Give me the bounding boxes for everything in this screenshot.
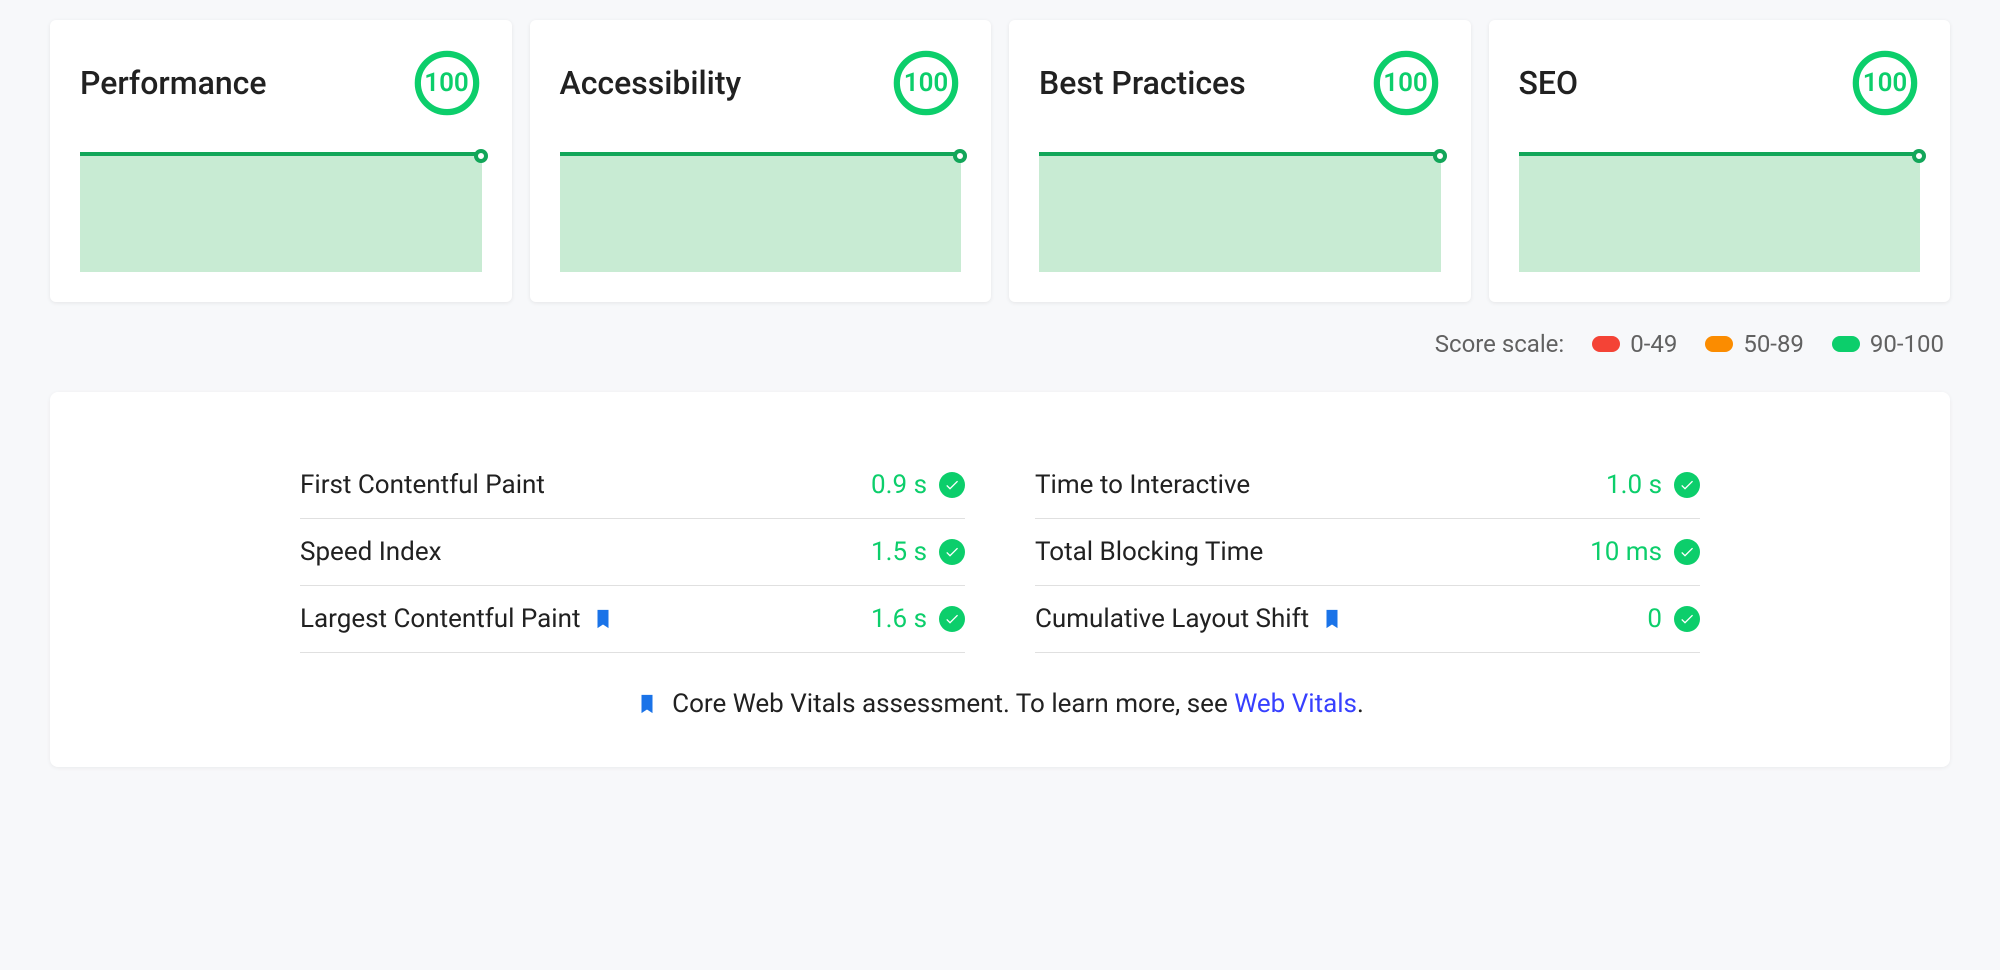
metric-value-text: 1.6 s xyxy=(871,604,927,634)
metric-label-text: Cumulative Layout Shift xyxy=(1035,604,1309,634)
score-value: 100 xyxy=(891,48,961,118)
score-gauge-icon: 100 xyxy=(891,48,961,118)
score-gauge-icon: 100 xyxy=(1371,48,1441,118)
metric-label-text: Speed Index xyxy=(300,537,442,567)
performance-metrics-panel: First Contentful Paint 0.9 s Speed Index… xyxy=(50,392,1950,767)
score-card-title: Best Practices xyxy=(1039,64,1246,102)
sparkline-end-dot-icon xyxy=(1433,149,1447,163)
score-card-title: Performance xyxy=(80,64,266,102)
sparkline-end-dot-icon xyxy=(474,149,488,163)
score-sparkline xyxy=(560,152,962,272)
metrics-column-left: First Contentful Paint 0.9 s Speed Index… xyxy=(300,452,965,653)
score-scale-legend: Score scale: 0-49 50-89 90-100 xyxy=(50,330,1944,358)
check-circle-icon xyxy=(1674,539,1700,565)
metric-row-largest-contentful-paint: Largest Contentful Paint 1.6 s xyxy=(300,586,965,653)
metric-value-text: 10 ms xyxy=(1590,537,1662,567)
sparkline-end-dot-icon xyxy=(1912,149,1926,163)
legend-pill-icon xyxy=(1832,336,1860,352)
legend-pill-icon xyxy=(1705,336,1733,352)
web-vitals-link[interactable]: Web Vitals xyxy=(1234,689,1357,719)
bookmark-icon xyxy=(1321,605,1343,633)
check-circle-icon xyxy=(939,472,965,498)
legend-range-text: 90-100 xyxy=(1870,330,1944,358)
score-scale-label: Score scale: xyxy=(1435,330,1564,358)
metric-value-text: 0.9 s xyxy=(871,470,927,500)
metric-row-time-to-interactive: Time to Interactive 1.0 s xyxy=(1035,452,1700,519)
metric-row-speed-index: Speed Index 1.5 s xyxy=(300,519,965,586)
metric-row-cumulative-layout-shift: Cumulative Layout Shift 0 xyxy=(1035,586,1700,653)
metric-row-first-contentful-paint: First Contentful Paint 0.9 s xyxy=(300,452,965,519)
score-value: 100 xyxy=(412,48,482,118)
check-circle-icon xyxy=(939,539,965,565)
legend-range-red: 0-49 xyxy=(1592,330,1677,358)
metric-label-text: Total Blocking Time xyxy=(1035,537,1263,567)
score-card-seo[interactable]: SEO 100 xyxy=(1489,20,1951,302)
legend-range-green: 90-100 xyxy=(1832,330,1944,358)
metric-label-text: Largest Contentful Paint xyxy=(300,604,580,634)
score-card-title: Accessibility xyxy=(560,64,742,102)
check-circle-icon xyxy=(1674,472,1700,498)
check-circle-icon xyxy=(939,606,965,632)
score-value: 100 xyxy=(1850,48,1920,118)
metric-label-text: Time to Interactive xyxy=(1035,470,1250,500)
legend-range-text: 50-89 xyxy=(1743,330,1804,358)
vitals-footer-text-after: . xyxy=(1357,689,1364,719)
sparkline-end-dot-icon xyxy=(953,149,967,163)
legend-pill-icon xyxy=(1592,336,1620,352)
score-card-best-practices[interactable]: Best Practices 100 xyxy=(1009,20,1471,302)
score-gauge-icon: 100 xyxy=(412,48,482,118)
score-card-accessibility[interactable]: Accessibility 100 xyxy=(530,20,992,302)
bookmark-icon xyxy=(636,690,658,718)
score-sparkline xyxy=(1519,152,1921,272)
legend-range-text: 0-49 xyxy=(1630,330,1677,358)
lighthouse-score-cards: Performance 100 Accessibility 100 Best P… xyxy=(50,20,1950,302)
metric-value-text: 1.5 s xyxy=(871,537,927,567)
vitals-footer-text: Core Web Vitals assessment. To learn mor… xyxy=(672,689,1234,719)
score-sparkline xyxy=(1039,152,1441,272)
check-circle-icon xyxy=(1674,606,1700,632)
metric-value-text: 1.0 s xyxy=(1606,470,1662,500)
score-sparkline xyxy=(80,152,482,272)
score-card-performance[interactable]: Performance 100 xyxy=(50,20,512,302)
score-gauge-icon: 100 xyxy=(1850,48,1920,118)
legend-range-orange: 50-89 xyxy=(1705,330,1804,358)
bookmark-icon xyxy=(592,605,614,633)
metric-row-total-blocking-time: Total Blocking Time 10 ms xyxy=(1035,519,1700,586)
core-web-vitals-footer: Core Web Vitals assessment. To learn mor… xyxy=(300,689,1700,719)
metrics-column-right: Time to Interactive 1.0 s Total Blocking… xyxy=(1035,452,1700,653)
metric-value-text: 0 xyxy=(1647,604,1662,634)
metric-label-text: First Contentful Paint xyxy=(300,470,545,500)
score-card-title: SEO xyxy=(1519,64,1579,102)
score-value: 100 xyxy=(1371,48,1441,118)
